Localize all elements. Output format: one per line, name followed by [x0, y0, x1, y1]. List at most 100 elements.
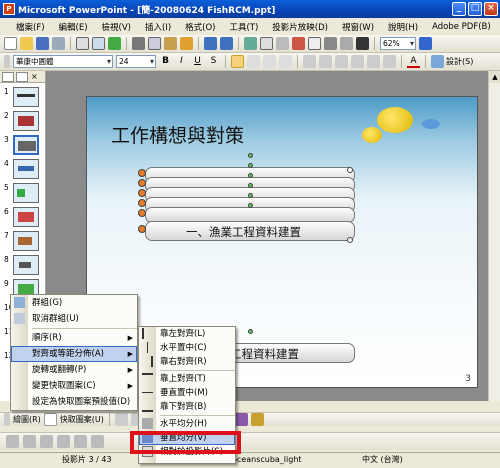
rotation-handle[interactable] [248, 193, 253, 198]
select-objects-icon[interactable] [43, 413, 57, 426]
menu-item-align-right[interactable]: 靠右對齊(R) [139, 355, 235, 369]
rotation-handle[interactable] [248, 203, 253, 208]
decrease-indent-icon[interactable] [367, 55, 380, 68]
decrease-font-icon[interactable] [351, 55, 364, 68]
bold-icon[interactable]: B [159, 55, 172, 68]
italic-icon[interactable]: I [175, 55, 188, 68]
align-center-icon[interactable] [247, 55, 260, 68]
menu-item-order[interactable]: 順序(R) ▶ [11, 330, 137, 346]
menu-item-set-autoshape-defaults[interactable]: 設定為快取圖案預設值(D) [11, 394, 137, 410]
menu-item-align-left[interactable]: 靠左對齊(L) [139, 327, 235, 341]
slide-thumbnail-6[interactable]: 6 [4, 207, 39, 227]
slides-tab[interactable] [16, 71, 28, 82]
close-button[interactable]: × [484, 2, 498, 16]
grid-icon[interactable] [340, 37, 353, 50]
menu-item-align-bottom[interactable]: 靠下對齊(B) [139, 400, 235, 414]
pane-close-icon[interactable]: × [31, 72, 43, 82]
slide-thumbnail-8[interactable]: 8 [4, 255, 39, 275]
maximize-button[interactable]: □ [468, 2, 482, 16]
menu-item-align-distribute[interactable]: 對齊或等距分佈(A) ▶ [11, 346, 137, 362]
open-icon[interactable] [20, 37, 33, 50]
font-color-icon[interactable]: A [407, 55, 420, 68]
menu-window[interactable]: 視窗(W) [342, 21, 374, 33]
new-icon[interactable] [4, 37, 17, 50]
copy-icon[interactable] [148, 37, 161, 50]
autoshapes-menu-button[interactable]: 快取圖案(U) [60, 414, 104, 425]
selection-handle[interactable] [347, 237, 353, 243]
font-size-combo[interactable]: 24 [116, 55, 156, 68]
menu-item-change-autoshape[interactable]: 變更快取圖案(C) ▶ [11, 378, 137, 394]
grayscale-icon[interactable] [356, 37, 369, 50]
outline-tab[interactable] [2, 71, 14, 82]
insert-hyperlink-icon[interactable] [292, 37, 305, 50]
cut-icon[interactable] [132, 37, 145, 50]
undo-icon[interactable] [204, 37, 217, 50]
clipart-icon[interactable] [234, 413, 248, 426]
design-button[interactable]: 設計(S) [431, 55, 473, 68]
menu-help[interactable]: 說明(H) [388, 21, 418, 33]
paste-icon[interactable] [164, 37, 177, 50]
print-preview-icon[interactable] [92, 37, 105, 50]
menu-item-align-top[interactable]: 靠上對齊(T) [139, 372, 235, 386]
table-icon[interactable] [260, 37, 273, 50]
menu-format[interactable]: 格式(O) [185, 21, 215, 33]
line-icon[interactable] [114, 413, 128, 426]
toolbar-button-icon[interactable] [91, 435, 104, 448]
slide-thumbnail-1[interactable]: 1 [4, 87, 39, 107]
toolbar-button-icon[interactable] [40, 435, 53, 448]
underline-icon[interactable]: U [191, 55, 204, 68]
rotation-handle[interactable] [248, 153, 253, 158]
toolbar-button-icon[interactable] [57, 435, 70, 448]
selection-handle[interactable] [138, 199, 146, 207]
selection-handle[interactable] [138, 179, 146, 187]
toolbar-button-icon[interactable] [23, 435, 36, 448]
menu-item-align-middle[interactable]: 垂直置中(M) [139, 386, 235, 400]
menu-item-align-center[interactable]: 水平置中(C) [139, 341, 235, 355]
font-combo[interactable]: 華康中圓體 [13, 55, 113, 68]
vertical-scrollbar[interactable]: ▲ [488, 71, 500, 401]
permission-icon[interactable] [52, 37, 65, 50]
show-formatting-icon[interactable] [324, 37, 337, 50]
rotation-handle[interactable] [248, 163, 253, 168]
menu-item-rotate-flip[interactable]: 旋轉或翻轉(P) ▶ [11, 362, 137, 378]
bullets-icon[interactable] [319, 55, 332, 68]
tables-borders-icon[interactable] [276, 37, 289, 50]
slide-title[interactable]: 工作構想與對策 [111, 121, 244, 148]
slide-thumbnail-3[interactable]: 3 [4, 135, 39, 155]
menu-adobe-pdf[interactable]: Adobe PDF(B) [432, 22, 491, 32]
rotation-handle[interactable] [248, 183, 253, 188]
selected-shape-top[interactable]: 一、漁業工程資料建置 [145, 221, 355, 241]
selection-handle[interactable] [138, 169, 146, 177]
align-right-icon[interactable] [263, 55, 276, 68]
menu-insert[interactable]: 插入(I) [145, 21, 171, 33]
shadow-icon[interactable]: S [207, 55, 220, 68]
print-icon[interactable] [76, 37, 89, 50]
help-icon[interactable] [419, 37, 432, 50]
rotation-handle[interactable] [248, 173, 253, 178]
menu-file[interactable]: 檔案(F) [16, 21, 45, 33]
chart-icon[interactable] [244, 37, 257, 50]
selection-handle[interactable] [138, 209, 146, 217]
menu-slideshow[interactable]: 投影片放映(D) [272, 21, 328, 33]
slide-thumbnail-4[interactable]: 4 [4, 159, 39, 179]
selection-handle[interactable] [347, 167, 353, 173]
selection-handle[interactable] [138, 189, 146, 197]
menu-edit[interactable]: 編輯(E) [59, 21, 88, 33]
zoom-combo[interactable]: 62% [380, 37, 416, 50]
slide-thumbnail-5[interactable]: 5 [4, 183, 39, 203]
scroll-up-icon[interactable]: ▲ [489, 71, 500, 83]
toolbar-button-icon[interactable] [74, 435, 87, 448]
justify-icon[interactable] [279, 55, 292, 68]
draw-menu-button[interactable]: 繪圖(R) [13, 414, 41, 425]
align-left-icon[interactable] [231, 55, 244, 68]
numbering-icon[interactable] [303, 55, 316, 68]
selection-handle[interactable] [138, 225, 146, 233]
toolbar-button-icon[interactable] [6, 435, 19, 448]
minimize-button[interactable]: _ [452, 2, 466, 16]
slide-thumbnail-7[interactable]: 7 [4, 231, 39, 251]
increase-indent-icon[interactable] [383, 55, 396, 68]
menu-item-ungroup[interactable]: 取消群組(U) [11, 311, 137, 327]
picture-icon[interactable] [250, 413, 264, 426]
menu-item-distribute-horizontally[interactable]: 水平均分(H) [139, 417, 235, 431]
save-icon[interactable] [36, 37, 49, 50]
